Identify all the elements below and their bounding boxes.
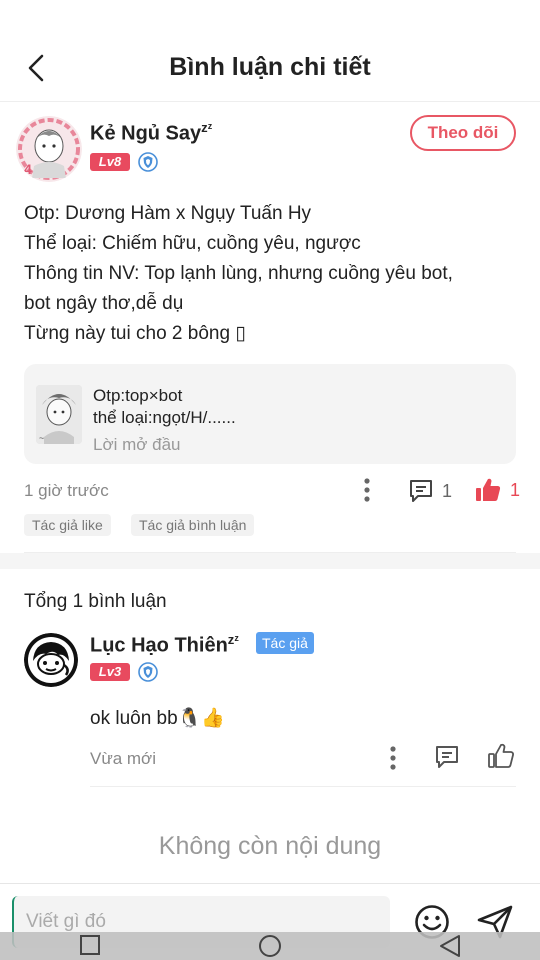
avatar-image: 4 — [16, 116, 82, 182]
avatar-image — [24, 633, 78, 687]
more-options-button[interactable] — [355, 476, 379, 504]
page-title: Bình luận chi tiết — [169, 53, 371, 81]
author-badge: Tác giả — [256, 632, 314, 654]
commenter-name[interactable]: Lục Hạo Thiênzᶻ — [90, 632, 239, 658]
recent-apps-button[interactable] — [79, 934, 101, 960]
comment-icon — [410, 480, 432, 502]
like-count: 1 — [510, 479, 521, 500]
end-of-content-label: Không còn nội dung — [158, 832, 382, 860]
post-body: Otp: Dương Hàm x Ngụy Tuấn Hy Thể loại: … — [24, 199, 524, 349]
post-line: Thể loại: Chiếm hữu, cuồng yêu, ngược — [24, 233, 361, 254]
follow-button[interactable]: Theo dõi — [410, 115, 516, 151]
story-chapter: Lời mở đầu — [93, 435, 181, 454]
total-comments-label: Tổng 1 bình luận — [24, 591, 167, 612]
story-otp: Otp:top×bot — [93, 386, 183, 405]
story-genre: thể loại:ngọt/H/...... — [93, 408, 236, 427]
quoted-story-card[interactable]: ~ Otp:top×bot thể loại:ngọt/H/...... Lời… — [24, 364, 516, 464]
tag-author-like: Tác giả like — [24, 514, 111, 536]
more-vertical-icon — [364, 478, 370, 502]
divider — [90, 786, 516, 787]
svg-text:4: 4 — [24, 161, 32, 177]
avatar[interactable]: 4 — [16, 116, 82, 182]
more-vertical-icon — [390, 746, 396, 770]
story-thumbnail: ~ — [36, 385, 82, 444]
header: Bình luận chi tiết — [0, 0, 540, 102]
comment-time: Vừa mới — [90, 749, 156, 768]
post-line: Từng này tui cho 2 bông ▯ — [24, 323, 246, 344]
like-button[interactable]: 1 — [474, 476, 520, 504]
post-time: 1 giờ trước — [24, 481, 109, 500]
shield-icon — [138, 152, 158, 172]
comment-more-button[interactable] — [381, 744, 405, 772]
thumbs-up-outline-icon — [488, 743, 514, 768]
post-line: bot ngây thơ,dễ dụ — [24, 293, 184, 314]
avatar[interactable] — [24, 633, 78, 687]
android-nav-bar — [0, 932, 540, 960]
screen: Bình luận chi tiết 4 Kẻ Ngủ Sayzᶻ Lv8 Th… — [0, 0, 540, 960]
square-icon — [80, 935, 100, 955]
post-line: Thông tin NV: Top lạnh lùng, nhưng cuồng… — [24, 263, 453, 284]
home-button[interactable] — [258, 934, 282, 960]
circle-icon — [259, 935, 281, 957]
tag-author-comment: Tác giả bình luận — [131, 514, 255, 536]
reply-button[interactable] — [434, 744, 460, 770]
comment-count-button[interactable]: 1 — [408, 478, 452, 504]
author-name[interactable]: Kẻ Ngủ Sayzᶻ — [90, 120, 212, 146]
comment-text: ok luôn bb🐧👍 — [90, 708, 225, 729]
post-line: Otp: Dương Hàm x Ngụy Tuấn Hy — [24, 203, 312, 224]
comment-like-button[interactable] — [487, 742, 515, 770]
svg-text:~: ~ — [39, 433, 44, 443]
thumbs-up-icon — [476, 478, 501, 501]
back-nav-button[interactable] — [438, 934, 462, 960]
level-badge: Lv8 — [90, 153, 130, 171]
triangle-back-icon — [440, 935, 460, 957]
level-badge: Lv3 — [90, 663, 130, 681]
comment-count: 1 — [442, 480, 453, 501]
section-separator — [0, 553, 540, 569]
comment-icon — [436, 746, 458, 768]
shield-icon — [138, 662, 158, 682]
